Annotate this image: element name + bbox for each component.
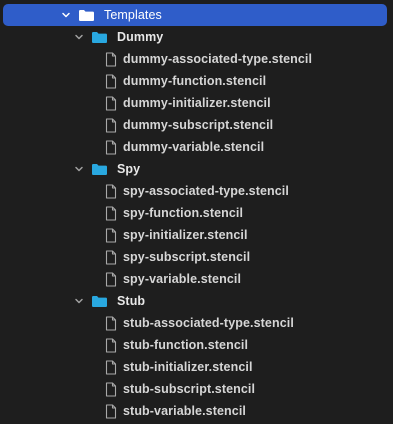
chevron-down-icon[interactable] bbox=[60, 9, 72, 21]
chevron-down-icon[interactable] bbox=[73, 163, 85, 175]
tree-row-label: dummy-initializer.stencil bbox=[123, 96, 271, 110]
tree-row-group-stub[interactable]: Stub bbox=[0, 290, 393, 312]
tree-row-file[interactable]: spy-variable.stencil bbox=[0, 268, 393, 290]
tree-row-file[interactable]: dummy-subscript.stencil bbox=[0, 114, 393, 136]
tree-row-file[interactable]: spy-function.stencil bbox=[0, 202, 393, 224]
tree-row-label: stub-variable.stencil bbox=[123, 404, 246, 418]
tree-row-file[interactable]: spy-associated-type.stencil bbox=[0, 180, 393, 202]
folder-icon bbox=[91, 295, 108, 308]
tree-row-file[interactable]: stub-associated-type.stencil bbox=[0, 312, 393, 334]
file-icon bbox=[105, 51, 117, 67]
tree-row-label: spy-initializer.stencil bbox=[123, 228, 248, 242]
tree-row-templates[interactable]: Templates bbox=[3, 4, 387, 26]
chevron-down-icon[interactable] bbox=[73, 31, 85, 43]
file-icon bbox=[105, 381, 117, 397]
tree-row-label: stub-subscript.stencil bbox=[123, 382, 256, 396]
tree-row-file[interactable]: dummy-function.stencil bbox=[0, 70, 393, 92]
tree-row-label: Spy bbox=[117, 162, 141, 176]
tree-row-label: dummy-subscript.stencil bbox=[123, 118, 274, 132]
tree-row-group-dummy[interactable]: Dummy bbox=[0, 26, 393, 48]
tree-row-file[interactable]: dummy-associated-type.stencil bbox=[0, 48, 393, 70]
file-icon bbox=[105, 73, 117, 89]
file-icon bbox=[105, 205, 117, 221]
tree-row-file[interactable]: stub-initializer.stencil bbox=[0, 356, 393, 378]
tree-row-label: Stub bbox=[117, 294, 146, 308]
tree-row-label: spy-subscript.stencil bbox=[123, 250, 251, 264]
file-icon bbox=[105, 95, 117, 111]
file-icon bbox=[105, 183, 117, 199]
tree-row-label: spy-function.stencil bbox=[123, 206, 244, 220]
tree-row-label: dummy-associated-type.stencil bbox=[123, 52, 313, 66]
tree-row-file[interactable]: stub-subscript.stencil bbox=[0, 378, 393, 400]
chevron-down-icon[interactable] bbox=[73, 295, 85, 307]
tree-row-label: stub-function.stencil bbox=[123, 338, 249, 352]
tree-row-label: dummy-function.stencil bbox=[123, 74, 267, 88]
tree-row-label: Templates bbox=[104, 8, 162, 22]
tree-row-file[interactable]: spy-initializer.stencil bbox=[0, 224, 393, 246]
tree-row-label: spy-associated-type.stencil bbox=[123, 184, 289, 198]
folder-icon bbox=[91, 163, 108, 176]
tree-row-file[interactable]: stub-function.stencil bbox=[0, 334, 393, 356]
file-icon bbox=[105, 249, 117, 265]
tree-row-label: stub-associated-type.stencil bbox=[123, 316, 294, 330]
tree-row-file[interactable]: spy-subscript.stencil bbox=[0, 246, 393, 268]
tree-row-label: spy-variable.stencil bbox=[123, 272, 242, 286]
file-icon bbox=[105, 359, 117, 375]
tree-row-label: Dummy bbox=[117, 30, 164, 44]
project-navigator-tree: Templates Dummy dummy-associated-type.ste… bbox=[0, 0, 393, 424]
tree-row-file[interactable]: dummy-variable.stencil bbox=[0, 136, 393, 158]
folder-icon bbox=[91, 31, 108, 44]
tree-row-group-spy[interactable]: Spy bbox=[0, 158, 393, 180]
tree-row-label: dummy-variable.stencil bbox=[123, 140, 265, 154]
tree-row-file[interactable]: stub-variable.stencil bbox=[0, 400, 393, 422]
file-icon bbox=[105, 403, 117, 419]
file-icon bbox=[105, 315, 117, 331]
file-icon bbox=[105, 117, 117, 133]
file-icon bbox=[105, 227, 117, 243]
file-icon bbox=[105, 139, 117, 155]
file-icon bbox=[105, 337, 117, 353]
tree-row-label: stub-initializer.stencil bbox=[123, 360, 253, 374]
folder-icon bbox=[78, 9, 95, 22]
tree-row-file[interactable]: dummy-initializer.stencil bbox=[0, 92, 393, 114]
file-icon bbox=[105, 271, 117, 287]
